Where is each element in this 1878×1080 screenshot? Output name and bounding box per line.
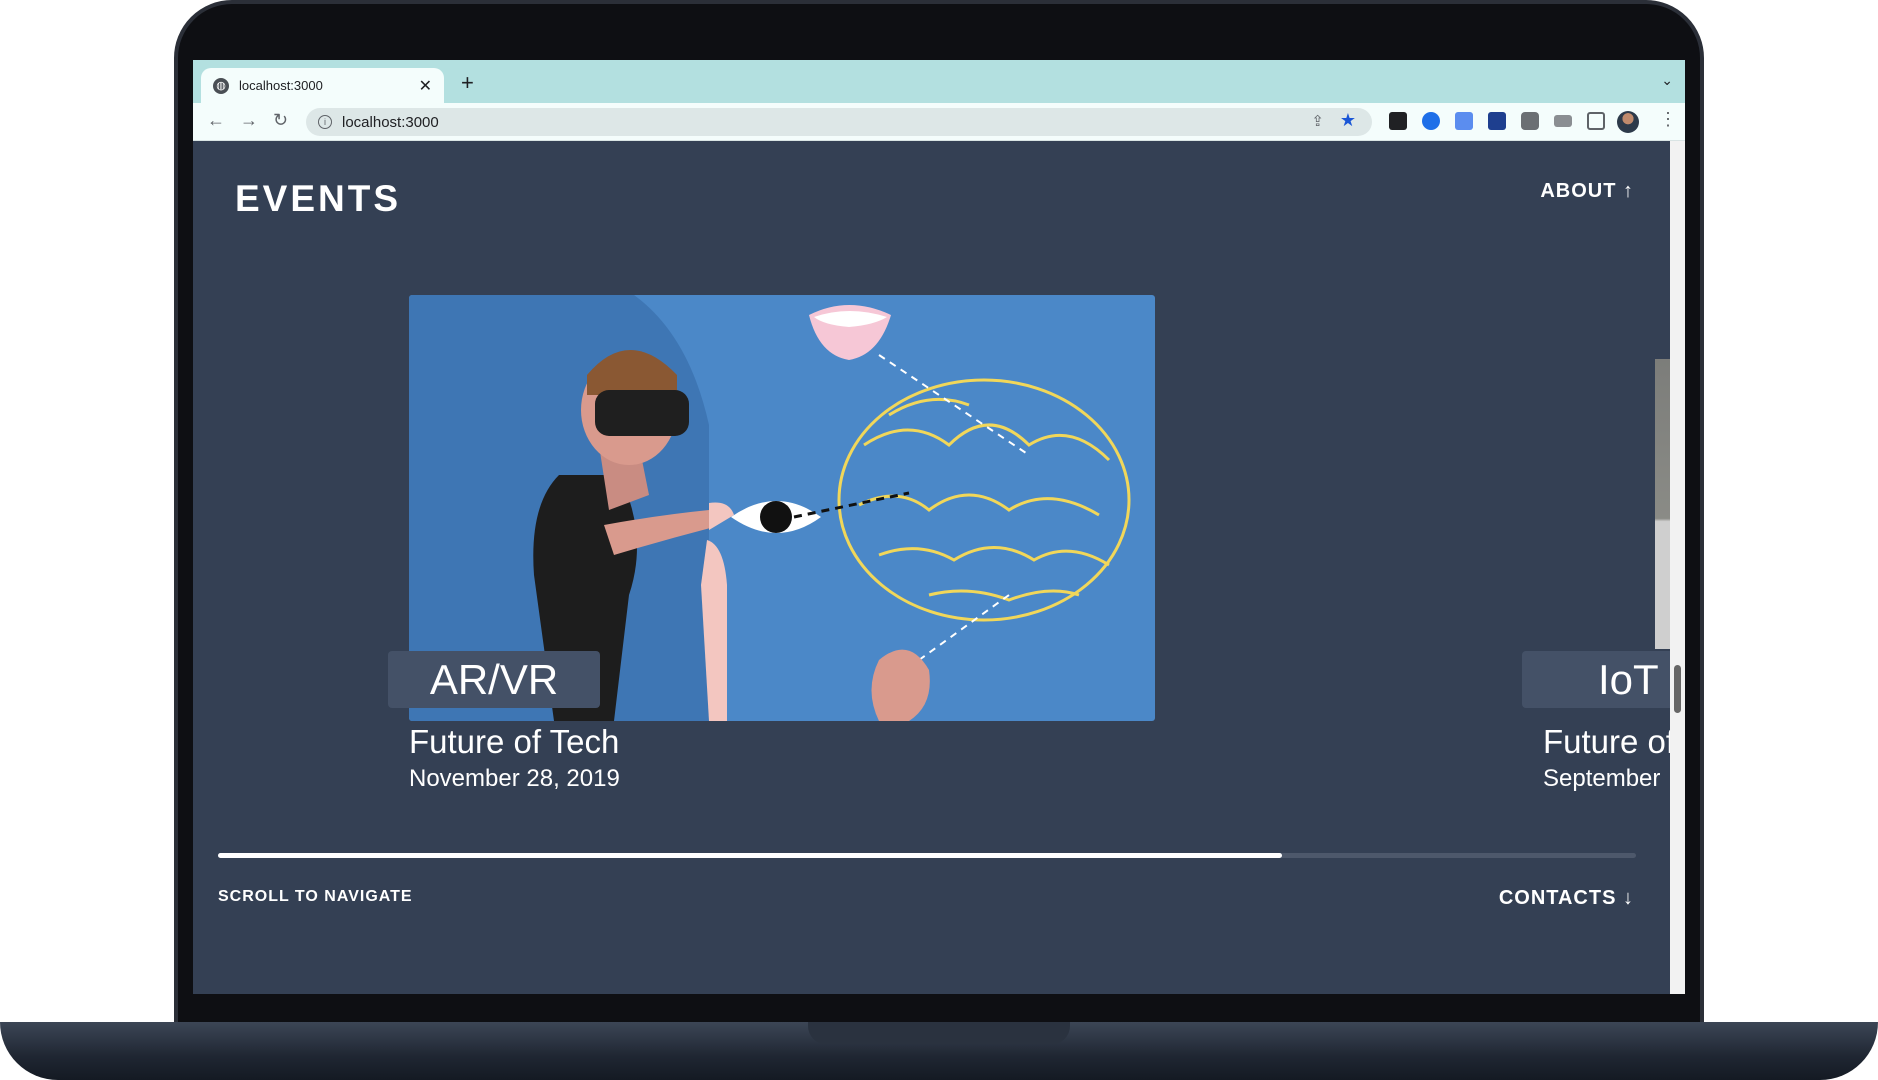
contacts-link[interactable]: CONTACTS ↓ <box>1499 887 1634 910</box>
event-title[interactable]: Future of <box>1543 723 1675 761</box>
page-title: EVENTS <box>235 178 402 219</box>
scroll-progress-fill <box>218 853 1282 858</box>
browser-tab[interactable]: ◍ localhost:3000 ✕ <box>201 68 444 103</box>
scroll-hint: SCROLL TO NAVIGATE <box>218 888 413 905</box>
scroll-progress-bar <box>218 853 1636 858</box>
chevron-down-icon[interactable]: ⌄ <box>1661 72 1673 89</box>
puzzle-icon[interactable] <box>1521 112 1539 130</box>
p-extension-icon[interactable] <box>1422 112 1440 130</box>
page-scrollbar[interactable] <box>1670 141 1685 994</box>
event-card-image[interactable] <box>1655 359 1670 649</box>
event-title[interactable]: Future of Tech <box>409 723 619 761</box>
plus-icon[interactable]: + <box>461 70 474 96</box>
menu-dots-icon[interactable]: ⋮ <box>1659 109 1677 130</box>
reload-icon[interactable]: ↻ <box>273 110 288 131</box>
globe-icon: ◍ <box>213 77 229 94</box>
browser-toolbar: ← → ↻ i localhost:3000 ⇪ ★ ⋮ <box>193 103 1685 141</box>
tab-title: localhost:3000 <box>239 78 323 93</box>
events-page: EVENTS ABOUT ↑ AR/VR Future of Tech Nove… <box>193 141 1682 994</box>
browser-window: ◍ localhost:3000 ✕ + ⌄ ← → ↻ i localhost… <box>193 60 1685 994</box>
media-icon[interactable] <box>1554 115 1572 127</box>
event-date: September <box>1543 765 1661 792</box>
share-icon[interactable]: ⇪ <box>1311 112 1324 130</box>
laptop-notch <box>808 1022 1070 1044</box>
reader-extension-icon[interactable] <box>1389 112 1407 130</box>
book-extension-icon[interactable] <box>1488 112 1506 130</box>
translate-extension-icon[interactable] <box>1455 112 1473 130</box>
info-icon[interactable]: i <box>318 115 332 129</box>
star-icon[interactable]: ★ <box>1340 110 1356 131</box>
scrollbar-thumb[interactable] <box>1674 665 1681 713</box>
event-date: November 28, 2019 <box>409 765 620 792</box>
tab-strip: ◍ localhost:3000 ✕ + ⌄ <box>193 60 1685 103</box>
avatar[interactable] <box>1617 111 1639 133</box>
event-tag: AR/VR <box>388 651 600 708</box>
event-tag: IoT <box>1522 651 1682 708</box>
forward-arrow-icon[interactable]: → <box>240 110 258 131</box>
url-text: localhost:3000 <box>342 113 439 131</box>
close-icon[interactable]: ✕ <box>419 76 432 96</box>
side-panel-icon[interactable] <box>1587 112 1605 130</box>
back-arrow-icon[interactable]: ← <box>207 110 225 131</box>
about-link[interactable]: ABOUT ↑ <box>1540 180 1634 203</box>
address-bar[interactable]: i localhost:3000 ⇪ ★ <box>306 108 1372 136</box>
